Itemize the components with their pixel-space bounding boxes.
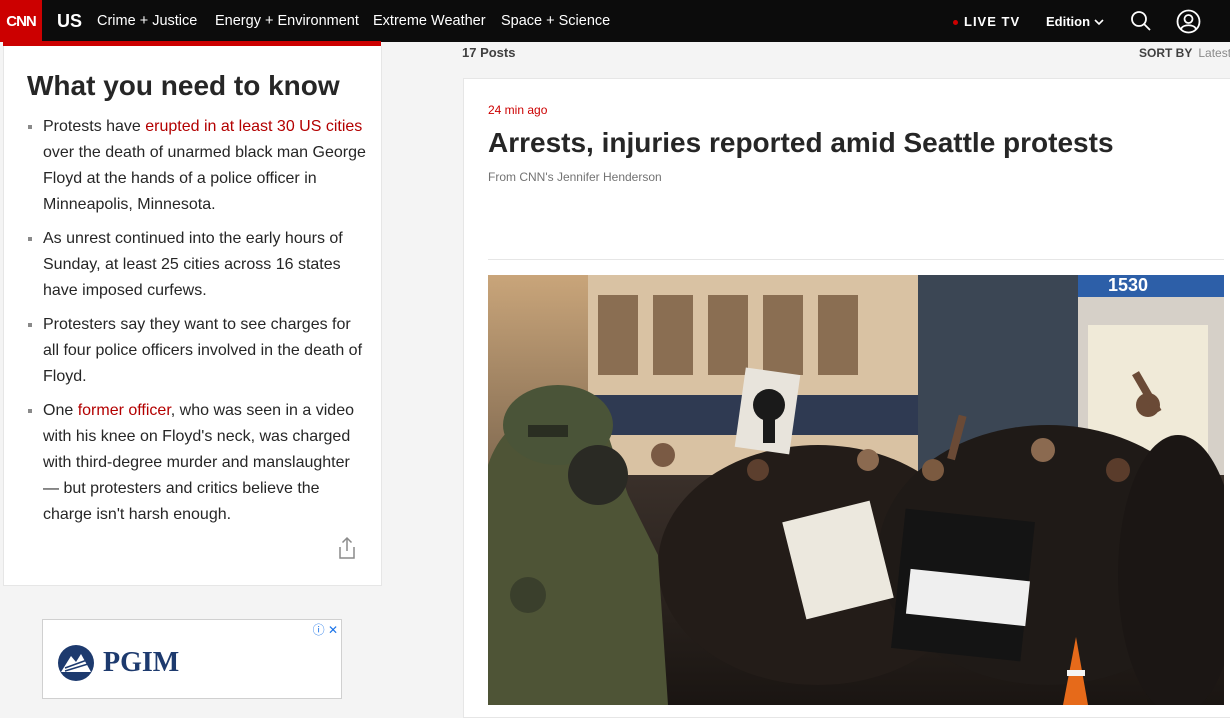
list-item: As unrest continued into the early hours… bbox=[27, 226, 367, 304]
card-title: What you need to know bbox=[27, 70, 340, 101]
share-icon[interactable] bbox=[337, 536, 357, 560]
post-title: Arrests, injuries reported amid Seattle … bbox=[488, 127, 1114, 158]
list-item: One former officer, who was seen in a vi… bbox=[27, 398, 367, 528]
sort-control[interactable]: SORT BY Latest bbox=[1139, 46, 1230, 60]
search-icon[interactable] bbox=[1130, 10, 1152, 32]
prudential-rock-icon bbox=[58, 645, 94, 681]
nav-link-crime-justice[interactable]: Crime + Justice bbox=[97, 13, 197, 29]
need-to-know-card: What you need to know Protests have erup… bbox=[3, 46, 382, 586]
live-post-card: 24 min ago Arrests, injuries reported am… bbox=[463, 78, 1230, 718]
nav-link-extreme-weather[interactable]: Extreme Weather bbox=[373, 13, 486, 29]
bullet-text: , who was seen in a video with his knee … bbox=[43, 402, 354, 523]
edition-dropdown[interactable]: Edition bbox=[1046, 14, 1104, 29]
pgim-logo: PGIM bbox=[57, 644, 179, 682]
nav-link-energy-environment[interactable]: Energy + Environment bbox=[215, 13, 359, 29]
advertisement[interactable]: ⓘ ✕ PGIM bbox=[42, 619, 342, 699]
bullet-text: As unrest continued into the early hours… bbox=[43, 230, 343, 299]
bullet-text: Protests have bbox=[43, 118, 146, 135]
sort-value[interactable]: Latest bbox=[1198, 46, 1230, 60]
bullet-text: Protesters say they want to see charges … bbox=[43, 316, 363, 385]
cnn-logo[interactable]: CNN bbox=[0, 0, 42, 42]
live-tv-label: LIVE TV bbox=[964, 14, 1021, 29]
ad-brand-text: PGIM bbox=[103, 647, 180, 678]
post-timestamp: 24 min ago bbox=[488, 103, 548, 117]
building-number: 1530 bbox=[1108, 275, 1148, 295]
edition-label: Edition bbox=[1046, 14, 1091, 29]
bullet-text: over the death of unarmed black man Geor… bbox=[43, 144, 366, 213]
sort-label: SORT BY bbox=[1139, 46, 1193, 60]
post-byline: From CNN's Jennifer Henderson bbox=[488, 170, 662, 184]
protest-photo-illustration: 1530 bbox=[488, 275, 1224, 705]
chevron-down-icon bbox=[1094, 19, 1104, 26]
divider bbox=[488, 259, 1224, 260]
live-dot-icon bbox=[953, 20, 958, 26]
top-nav: CNN US Crime + Justice Energy + Environm… bbox=[0, 0, 1230, 42]
posts-count: 17 Posts bbox=[462, 45, 516, 60]
bullet-text: One bbox=[43, 402, 78, 419]
erupted-cities-link[interactable]: erupted in at least 30 US cities bbox=[145, 118, 362, 135]
ad-choices-close-icon[interactable]: ⓘ ✕ bbox=[313, 621, 338, 638]
nav-section-us[interactable]: US bbox=[57, 11, 82, 32]
nav-link-space-science[interactable]: Space + Science bbox=[501, 13, 610, 29]
former-officer-link[interactable]: former officer bbox=[78, 402, 171, 419]
list-item: Protests have erupted in at least 30 US … bbox=[27, 114, 367, 218]
post-photo[interactable]: 1530 bbox=[488, 275, 1224, 705]
need-to-know-list: Protests have erupted in at least 30 US … bbox=[27, 114, 367, 536]
user-account-icon[interactable] bbox=[1176, 9, 1201, 34]
live-tv-link[interactable]: LIVE TV bbox=[953, 14, 1020, 29]
list-item: Protesters say they want to see charges … bbox=[27, 312, 367, 390]
